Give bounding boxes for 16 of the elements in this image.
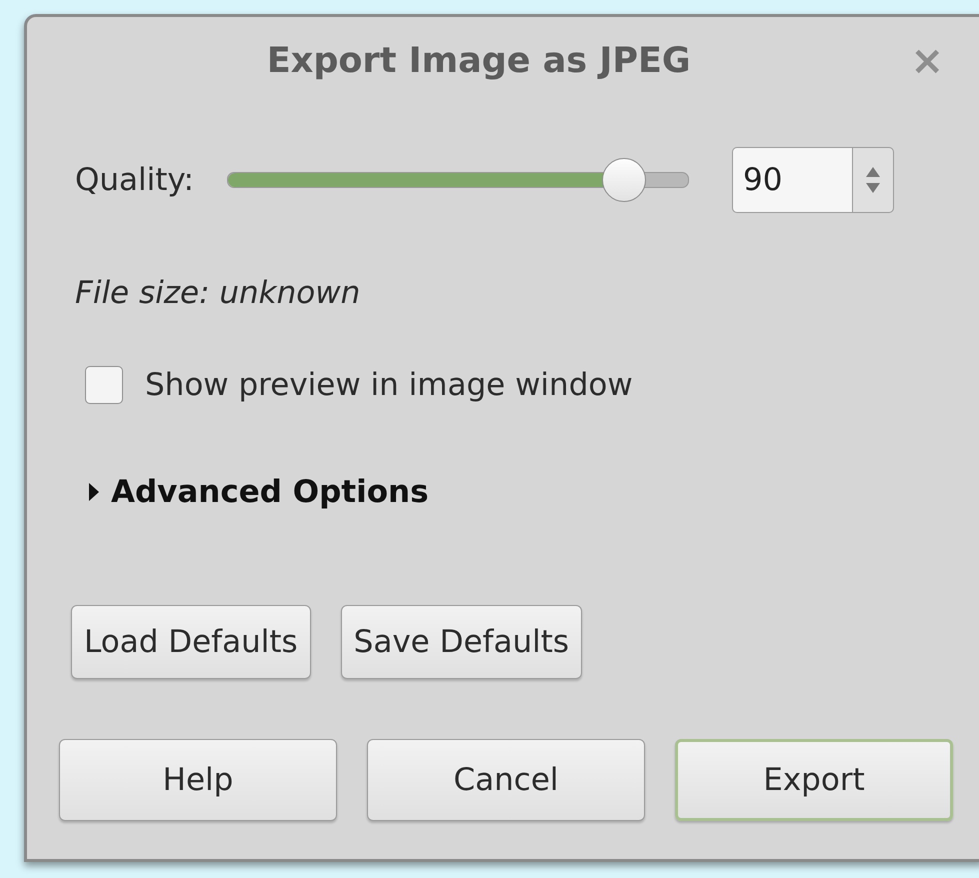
- dialog-button[interactable]: Help: [59, 739, 337, 821]
- expander-label[interactable]: Advanced Options: [111, 474, 429, 510]
- defaults-button[interactable]: Save Defaults: [340, 605, 582, 679]
- preview-checkbox[interactable]: [85, 366, 123, 404]
- up-arrow-icon[interactable]: [866, 167, 880, 177]
- dialog-button[interactable]: Cancel: [367, 739, 645, 821]
- window-title: Export Image as JPEG: [266, 41, 692, 81]
- file-size-text: File size: unknown: [75, 275, 362, 311]
- quality-spin-field[interactable]: 90: [732, 147, 852, 213]
- dialog-button[interactable]: Export: [675, 739, 953, 821]
- expander-icon[interactable]: [87, 483, 101, 501]
- down-arrow-icon[interactable]: [866, 183, 880, 193]
- quality-label: Quality:: [75, 162, 194, 198]
- defaults-button[interactable]: Load Defaults: [71, 605, 311, 679]
- checkbox-label: Show preview in image window: [145, 367, 633, 403]
- slider-thumb[interactable]: [602, 158, 646, 202]
